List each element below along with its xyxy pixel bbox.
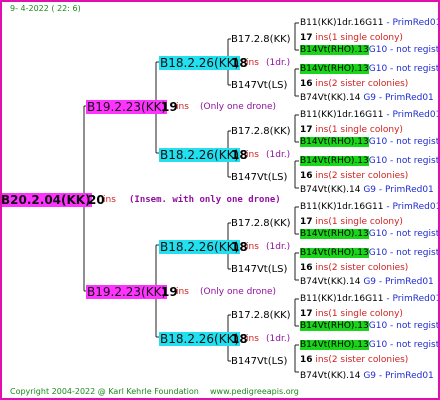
bracket-gen3-5 <box>294 206 299 235</box>
bracket-gen3-3 <box>294 114 299 143</box>
footer-copyright: Copyright 2004-2022 @ Karl Kehrle Founda… <box>10 387 199 396</box>
gen3-4-upper-code: B17.2.8(KK) <box>231 310 291 321</box>
gen2-2-queen-code: B18.2.26(KK) <box>159 148 241 162</box>
gen4-3a-code: B11(KK)1dr.16G11 - PrimRed01 <box>300 202 440 212</box>
gen4-1a-code: B11(KK)1dr.16G11 - PrimRed01 <box>300 18 440 28</box>
bracket-gen3-7 <box>294 298 299 327</box>
gen4-2d-code: B14Vt(RHO).13G10 - not registe <box>300 156 440 166</box>
gen4-3c-code: B14Vt(RHO).13G10 - not registe <box>300 229 440 239</box>
gen3-1-lower-code: B147Vt(LS) <box>231 80 288 91</box>
gen4-3e-info: 16 ins(2 sister colonies) <box>300 263 409 273</box>
gen1-lower-mating-description: (Only one drone) <box>200 287 277 297</box>
report-date: 9- 4-2022 ( 22: 6) <box>10 4 81 13</box>
gen4-1b-info: 17 ins(1 single colony) <box>300 33 403 43</box>
gen4-1e-info: 16 ins(2 sister colonies) <box>300 79 409 89</box>
bracket-gen3-6 <box>294 252 299 281</box>
gen2-1-queen-code: B18.2.26(KK) <box>159 56 241 70</box>
gen3-1-upper-code: B17.2.8(KK) <box>231 34 291 45</box>
gen2-3-mating-tag: ins <box>246 242 259 252</box>
gen4-4d-code: B14Vt(RHO).13G10 - not registe <box>300 340 440 350</box>
gen4-2c-code: B14Vt(RHO).13G10 - not registe <box>300 137 440 147</box>
root-mating-tag: ins <box>103 195 116 205</box>
root-mating-description: (Insem. with only one drone) <box>129 195 281 205</box>
gen4-3b-info: 17 ins(1 single colony) <box>300 217 403 227</box>
gen2-3-mating-description: (1dr.) <box>266 242 291 252</box>
gen1-lower-mating-tag: ins <box>176 287 189 297</box>
gen4-4e-info: 16 ins(2 sister colonies) <box>300 355 409 365</box>
gen4-4b-info: 17 ins(1 single colony) <box>300 309 403 319</box>
gen2-3-queen-code: B18.2.26(KK) <box>159 240 241 254</box>
gen2-4-mating-tag: ins <box>246 334 259 344</box>
gen4-1f-code: B74Vt(KK).14 G9 - PrimRed01 <box>300 93 434 103</box>
gen4-4c-code: B14Vt(RHO).13G10 - not registe <box>300 321 440 331</box>
gen3-2-lower-code: B147Vt(LS) <box>231 172 288 183</box>
gen4-2a-code: B11(KK)1dr.16G11 - PrimRed01 <box>300 110 440 120</box>
bracket-gen3-1 <box>294 22 299 51</box>
gen4-2e-info: 16 ins(2 sister colonies) <box>300 171 409 181</box>
gen1-upper-queen-code: B19.2.23(KK) <box>86 100 168 114</box>
bracket-gen3-8 <box>294 344 299 373</box>
gen3-3-upper-code: B17.2.8(KK) <box>231 218 291 229</box>
gen4-2f-code: B74Vt(KK).14 G9 - PrimRed01 <box>300 185 434 195</box>
gen2-1-mating-description: (1dr.) <box>266 58 291 68</box>
gen3-3-lower-code: B147Vt(LS) <box>231 264 288 275</box>
gen4-4a-code: B11(KK)1dr.16G11 - PrimRed01 <box>300 294 440 304</box>
gen4-2b-info: 17 ins(1 single colony) <box>300 125 403 135</box>
gen4-3d-code: B14Vt(RHO).13G10 - not registe <box>300 248 440 258</box>
gen1-upper-mating-description: (Only one drone) <box>200 102 277 112</box>
gen4-3f-code: B74Vt(KK).14 G9 - PrimRed01 <box>300 277 434 287</box>
gen4-4f-code: B74Vt(KK).14 G9 - PrimRed01 <box>300 371 434 381</box>
gen2-2-mating-tag: ins <box>246 150 259 160</box>
gen1-lower-queen-code: B19.2.23(KK) <box>86 285 168 299</box>
gen2-4-mating-description: (1dr.) <box>266 334 291 344</box>
pedigree-frame: 9- 4-2022 ( 22: 6) B20.2.04(KK) 20 ins (… <box>0 0 440 400</box>
footer-website-link[interactable]: www.pedigreeapis.org <box>210 388 299 396</box>
gen1-upper-mating-tag: ins <box>176 102 189 112</box>
gen2-2-mating-description: (1dr.) <box>266 150 291 160</box>
bracket-gen3-4 <box>294 160 299 189</box>
gen2-1-mating-tag: ins <box>246 58 259 68</box>
gen4-1c-code: B14Vt(RHO).13G10 - not registe <box>300 45 440 55</box>
root-queen-code: B20.2.04(KK) <box>1 193 92 207</box>
gen4-1d-code: B14Vt(RHO).13G10 - not registe <box>300 64 440 74</box>
gen3-2-upper-code: B17.2.8(KK) <box>231 126 291 137</box>
gen3-4-lower-code: B147Vt(LS) <box>231 356 288 367</box>
bracket-gen3-2 <box>294 68 299 97</box>
gen2-4-queen-code: B18.2.26(KK) <box>159 332 241 346</box>
